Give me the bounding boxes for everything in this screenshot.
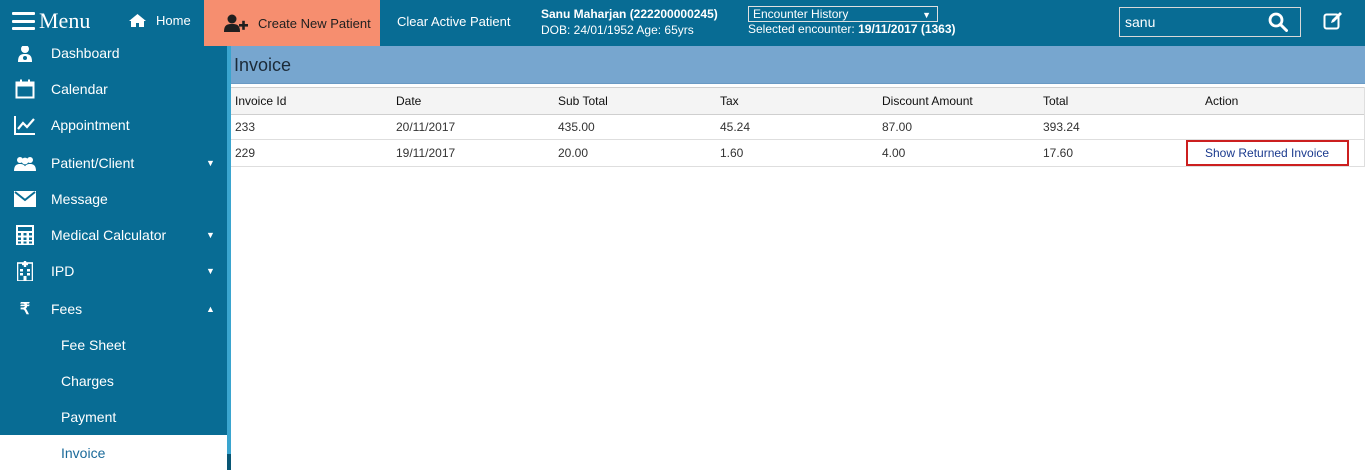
invoice-id-cell: 229 (235, 146, 256, 160)
column-header: Total (1043, 94, 1069, 108)
sidebar-item-patient-client[interactable]: Patient/Client ▼ (0, 145, 227, 181)
envelope-icon (14, 188, 36, 210)
sidebar-item-label: Fees (51, 301, 83, 317)
rupee-icon: ₹ (19, 301, 31, 318)
encounter-history-select[interactable]: Encounter History ▼ (748, 6, 938, 22)
selected-encounter-value: 19/11/2017 (1363) (858, 22, 956, 36)
sidebar-item-label: Appointment (51, 117, 130, 133)
column-header: Date (396, 94, 422, 108)
menu-toggle-button[interactable]: Menu (12, 8, 90, 34)
date-cell: 19/11/2017 (396, 146, 456, 160)
active-patient-info: Sanu Maharjan (222200000245) DOB: 24/01/… (541, 6, 718, 38)
tax-cell: 1.60 (720, 146, 744, 160)
users-icon (14, 152, 36, 174)
sidebar-subitem-label: Invoice (61, 445, 106, 461)
invoice-id-cell: 233 (235, 120, 256, 134)
sidebar-item-label: Calendar (51, 81, 108, 97)
sub-total-cell: 20.00 (558, 146, 589, 160)
dropdown-arrow-icon: ▼ (922, 10, 931, 20)
page-header: Invoice (231, 46, 1365, 84)
sidebar-item-dashboard[interactable]: Dashboard (0, 46, 227, 71)
sidebar-item-message[interactable]: Message (0, 181, 227, 217)
chevron-up-icon: ▲ (206, 304, 215, 314)
chart-icon (14, 114, 36, 136)
discount-cell: 4.00 (882, 146, 906, 160)
patient-search-input[interactable] (1120, 14, 1260, 30)
sidebar-item-label: Message (51, 191, 108, 207)
home-button[interactable]: Home (128, 13, 191, 28)
sidebar-item-appointment[interactable]: Appointment (0, 107, 227, 143)
column-header: Discount Amount (882, 94, 973, 108)
top-navbar: Menu Home Create New Patient Clear Activ… (0, 0, 1365, 46)
date-cell: 20/11/2017 (396, 120, 456, 134)
hamburger-icon (12, 12, 35, 30)
encounter-section: Encounter History ▼ Selected encounter: … (748, 6, 956, 37)
search-icon[interactable] (1268, 12, 1288, 32)
sidebar-subitem-invoice[interactable]: Invoice (0, 435, 227, 470)
sidebar-item-label: Dashboard (51, 46, 120, 61)
show-returned-invoice-link[interactable]: Show Returned Invoice (1186, 140, 1350, 166)
invoice-table: Invoice Id Date Sub Total Tax Discount A… (231, 87, 1365, 167)
sidebar-item-label: IPD (51, 263, 75, 279)
sidebar-item-ipd[interactable]: IPD ▼ (0, 253, 227, 289)
chevron-down-icon: ▼ (206, 158, 215, 168)
tax-cell: 45.24 (720, 120, 751, 134)
home-label: Home (156, 13, 191, 28)
calendar-icon (14, 78, 36, 100)
sidebar-subitem-label: Charges (61, 373, 114, 389)
sidebar-item-label: Medical Calculator (51, 227, 167, 243)
chevron-down-icon: ▼ (206, 266, 215, 276)
patient-name: Sanu Maharjan (222200000245) (541, 7, 718, 21)
table-header-row: Invoice Id Date Sub Total Tax Discount A… (231, 87, 1365, 115)
sidebar-subitem-charges[interactable]: Charges (0, 363, 227, 399)
edit-icon[interactable] (1323, 11, 1343, 31)
sidebar-item-fees[interactable]: ₹ Fees ▲ (0, 291, 227, 327)
column-header: Invoice Id (235, 94, 287, 108)
sidebar-subitem-label: Payment (61, 409, 117, 425)
table-row: 233 20/11/2017 435.00 45.24 87.00 393.24 (231, 114, 1365, 140)
total-cell: 17.60 (1043, 146, 1074, 160)
home-icon (129, 14, 146, 27)
table-row: 229 19/11/2017 20.00 1.60 4.00 17.60 Sho… (231, 139, 1365, 167)
action-cell (1201, 114, 1365, 140)
hospital-icon (14, 260, 36, 282)
calculator-icon (14, 224, 36, 246)
column-header: Sub Total (558, 94, 608, 108)
selected-encounter-label: Selected encounter: (748, 22, 855, 36)
total-cell: 393.24 (1043, 120, 1080, 134)
sidebar-subitem-payment[interactable]: Payment (0, 399, 227, 435)
create-new-patient-label: Create New Patient (258, 15, 371, 31)
patient-details: DOB: 24/01/1952 Age: 65yrs (541, 23, 694, 37)
sidebar-subitem-label: Fee Sheet (61, 337, 126, 353)
column-header: Tax (720, 94, 739, 108)
sub-total-cell: 435.00 (558, 120, 595, 134)
main-content: Invoice Invoice Id Date Sub Total Tax Di… (231, 46, 1365, 470)
add-user-icon (224, 14, 248, 32)
sidebar-item-medical-calculator[interactable]: Medical Calculator ▼ (0, 217, 227, 253)
dashboard-icon (14, 46, 36, 64)
chevron-down-icon: ▼ (206, 230, 215, 240)
encounter-select-value: Encounter History (753, 7, 849, 21)
sidebar: Dashboard Calendar Appointment Patient/C… (0, 46, 227, 470)
sidebar-subitem-fee-sheet[interactable]: Fee Sheet (0, 327, 227, 363)
page-title: Invoice (234, 55, 292, 75)
discount-cell: 87.00 (882, 120, 913, 134)
action-cell: Show Returned Invoice (1186, 139, 1365, 167)
patient-search-box (1119, 7, 1301, 37)
menu-label: Menu (39, 8, 91, 33)
selected-encounter: Selected encounter: 19/11/2017 (1363) (748, 22, 956, 37)
clear-active-patient-button[interactable]: Clear Active Patient (397, 14, 510, 29)
sidebar-item-calendar[interactable]: Calendar (0, 71, 227, 107)
sidebar-item-label: Patient/Client (51, 155, 135, 171)
column-header: Action (1201, 87, 1365, 115)
create-new-patient-button[interactable]: Create New Patient (204, 0, 380, 46)
